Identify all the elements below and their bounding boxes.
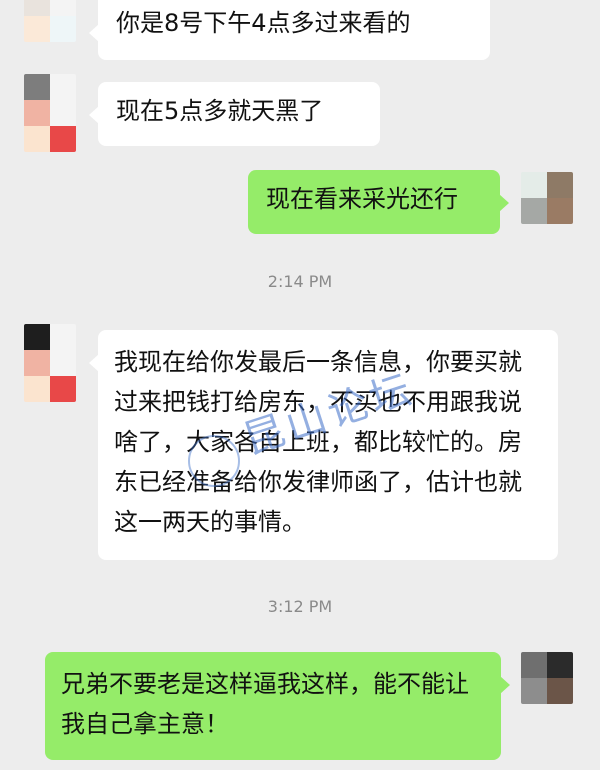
message-text: 兄弟不要老是这样逼我这样，能不能让我自己拿主意！ (61, 670, 469, 738)
avatar-me-icon[interactable] (521, 652, 573, 704)
message-bubble-2: 现在5点多就天黑了 (89, 82, 380, 146)
message-text: 我现在给你发最后一条信息，你要买就过来把钱打给房东，不买也不用跟我说啥了，大家各… (114, 348, 522, 536)
message-bubble-4: 我现在给你发最后一条信息，你要买就过来把钱打给房东，不买也不用跟我说啥了，大家各… (89, 330, 558, 560)
message-text: 你是8号下午4点多过来看的 (116, 9, 411, 37)
avatar-other-icon[interactable] (24, 324, 76, 402)
message-bubble-5: 兄弟不要老是这样逼我这样，能不能让我自己拿主意！ (45, 652, 510, 760)
message-bubble-1: 你是8号下午4点多过来看的 (89, 0, 490, 60)
timestamp: 3:12 PM (267, 597, 333, 616)
avatar-other-icon[interactable] (24, 0, 76, 42)
message-text: 现在5点多就天黑了 (116, 97, 324, 125)
avatar-other-icon[interactable] (24, 74, 76, 152)
message-text: 现在看来采光还行 (266, 185, 458, 213)
timestamp: 2:14 PM (267, 272, 333, 291)
message-bubble-3: 现在看来采光还行 (248, 170, 509, 234)
avatar-me-icon[interactable] (521, 172, 573, 224)
watermark-logo-icon (188, 435, 240, 487)
